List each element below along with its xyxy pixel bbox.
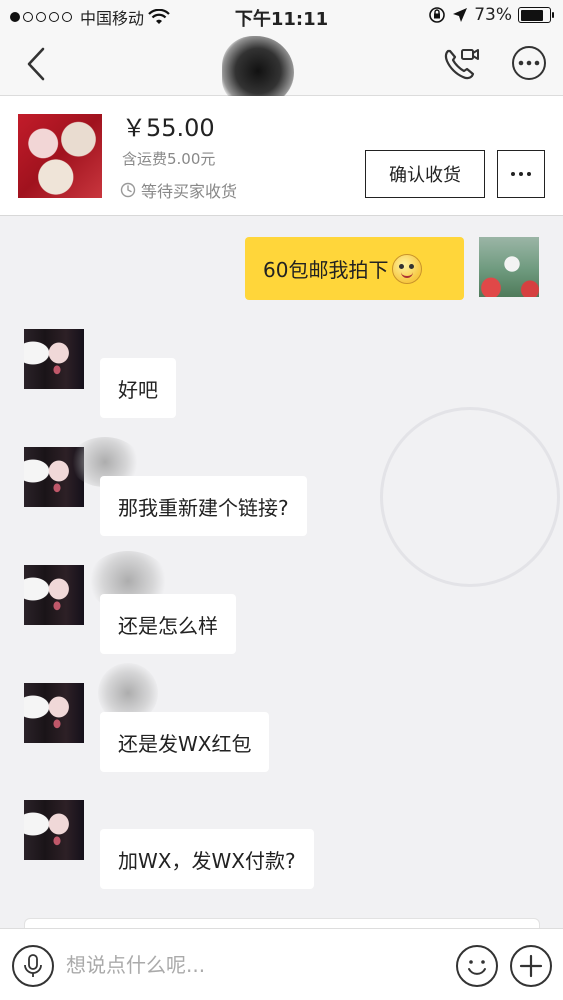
plus-button[interactable]: [510, 945, 552, 987]
smiley-icon: [468, 960, 486, 975]
chat-area[interactable]: 60包邮我拍下 好吧 那我重新建个链接? 还是怎么样 还是发WX红包 加WX，发…: [0, 217, 563, 928]
clock-icon: [120, 182, 136, 198]
message-bubble-received[interactable]: 那我重新建个链接?: [100, 476, 307, 536]
voice-button[interactable]: [12, 945, 54, 987]
call-button[interactable]: [440, 44, 480, 84]
orientation-lock-icon: [429, 7, 446, 23]
product-image[interactable]: [18, 114, 102, 198]
product-shipping-fee: 含运费5.00元: [122, 150, 216, 168]
battery-percent: 73%: [474, 5, 512, 25]
plus-icon: [519, 954, 543, 978]
message-bubble-received[interactable]: 还是怎么样: [100, 594, 236, 654]
ellipsis-icon: [511, 172, 515, 176]
message-input[interactable]: [66, 943, 436, 987]
message-bubble-received[interactable]: 好吧: [100, 358, 176, 418]
product-card[interactable]: ￥55.00 含运费5.00元 等待买家收货 确认收货: [0, 96, 563, 216]
contact-avatar[interactable]: [24, 683, 84, 743]
back-button[interactable]: [18, 46, 54, 82]
phone-video-icon: [444, 49, 479, 80]
more-options-button[interactable]: [510, 44, 548, 82]
my-avatar[interactable]: [479, 237, 539, 297]
location-arrow-icon: [453, 8, 468, 22]
contact-avatar[interactable]: [24, 329, 84, 389]
nav-bar: [0, 32, 563, 106]
input-bar: [0, 928, 563, 1000]
product-price: ￥55.00: [122, 114, 215, 142]
message-bubble-sent[interactable]: 60包邮我拍下: [245, 237, 464, 300]
product-more-button[interactable]: [497, 150, 545, 198]
battery-icon: [518, 7, 554, 23]
message-bubble-received[interactable]: 加WX，发WX付款?: [100, 829, 314, 889]
microphone-icon: [24, 954, 42, 977]
contact-avatar[interactable]: [24, 800, 84, 860]
order-status: 等待买家收货: [120, 178, 237, 202]
message-bubble-received[interactable]: 还是发WX红包: [100, 712, 270, 772]
watermark: [380, 407, 560, 587]
status-right: 73%: [428, 5, 554, 25]
emoji-button[interactable]: [456, 945, 498, 987]
smiley-emoji-icon: [392, 253, 423, 284]
confirm-receipt-button[interactable]: 确认收货: [365, 150, 485, 198]
more-circle-icon: [512, 46, 546, 80]
status-bar: 中国移动 下午11:11 73%: [0, 0, 563, 32]
message-text: 60包邮我拍下: [263, 258, 389, 282]
order-status-text: 等待买家收货: [141, 182, 238, 201]
chevron-left-icon: [27, 47, 45, 81]
contact-avatar[interactable]: [24, 565, 84, 625]
